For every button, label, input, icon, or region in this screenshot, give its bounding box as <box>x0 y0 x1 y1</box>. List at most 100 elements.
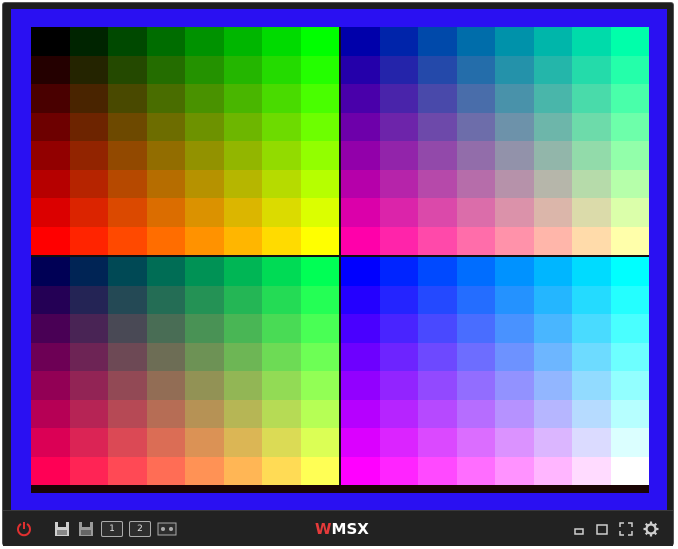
restore-window-button[interactable] <box>595 518 609 540</box>
fullscreen-icon <box>619 522 633 536</box>
palette-swatch <box>418 257 457 286</box>
palette-swatch <box>495 169 534 198</box>
palette-quadrant-top-right <box>341 27 649 255</box>
palette-swatch <box>533 27 572 56</box>
palette-swatch <box>300 371 339 400</box>
palette-swatch <box>379 27 418 56</box>
palette-swatch <box>69 314 108 343</box>
palette-swatch <box>610 257 649 286</box>
palette-swatch <box>146 55 185 84</box>
drive-2-button[interactable]: 2 <box>129 518 151 540</box>
palette-swatch <box>31 226 70 255</box>
palette-swatch <box>300 141 339 170</box>
palette-swatch <box>418 285 457 314</box>
palette-swatch <box>610 112 649 141</box>
palette-swatch <box>69 84 108 113</box>
palette-swatch <box>69 342 108 371</box>
palette-swatch <box>108 169 147 198</box>
palette-swatch <box>69 198 108 227</box>
palette-swatch <box>31 456 70 485</box>
minimize-icon <box>574 528 584 535</box>
palette-swatch <box>418 226 457 255</box>
screen-bottom-strip <box>31 485 649 493</box>
color-palette-grid <box>31 27 649 485</box>
palette-swatch <box>456 112 495 141</box>
palette-swatch <box>262 257 301 286</box>
palette-swatch <box>223 226 262 255</box>
logo-prefix: W <box>315 520 332 538</box>
palette-swatch <box>108 27 147 56</box>
palette-swatch <box>69 399 108 428</box>
palette-swatch <box>572 55 611 84</box>
settings-button[interactable] <box>643 518 659 540</box>
palette-swatch <box>341 342 380 371</box>
drive-1-button[interactable]: 1 <box>101 518 123 540</box>
palette-swatch <box>610 27 649 56</box>
palette-swatch <box>262 399 301 428</box>
palette-swatch <box>185 257 224 286</box>
palette-swatch <box>108 428 147 457</box>
palette-swatch <box>223 169 262 198</box>
palette-swatch <box>146 285 185 314</box>
palette-swatch <box>379 84 418 113</box>
palette-swatch <box>262 169 301 198</box>
palette-swatch <box>300 428 339 457</box>
palette-swatch <box>533 169 572 198</box>
power-button[interactable] <box>13 518 35 540</box>
palette-swatch <box>533 257 572 286</box>
palette-swatch <box>572 198 611 227</box>
msx-emulator-window: 1 2 WMSX <box>2 2 674 546</box>
palette-swatch <box>146 314 185 343</box>
palette-swatch <box>108 226 147 255</box>
cassette-button[interactable] <box>157 518 177 540</box>
palette-swatch <box>185 84 224 113</box>
palette-swatch <box>533 112 572 141</box>
palette-swatch <box>495 226 534 255</box>
palette-swatch <box>495 84 534 113</box>
palette-swatch <box>223 257 262 286</box>
palette-swatch <box>456 27 495 56</box>
palette-swatch <box>31 169 70 198</box>
palette-quadrant-bottom-right <box>341 257 649 485</box>
drive-1-icon: 1 <box>101 520 123 537</box>
palette-swatch <box>341 84 380 113</box>
palette-swatch <box>456 314 495 343</box>
palette-swatch <box>572 84 611 113</box>
palette-swatch <box>300 314 339 343</box>
palette-swatch <box>185 314 224 343</box>
palette-swatch <box>495 55 534 84</box>
fullscreen-button[interactable] <box>619 518 633 540</box>
palette-swatch <box>185 27 224 56</box>
palette-swatch <box>108 342 147 371</box>
palette-swatch <box>262 27 301 56</box>
palette-swatch <box>572 399 611 428</box>
palette-swatch <box>610 198 649 227</box>
floppy-load-button[interactable] <box>53 518 71 540</box>
palette-swatch <box>185 112 224 141</box>
palette-swatch <box>108 456 147 485</box>
palette-swatch <box>31 112 70 141</box>
palette-swatch <box>341 27 380 56</box>
floppy-save-button[interactable] <box>77 518 95 540</box>
logo-main: MSX <box>331 520 369 538</box>
palette-swatch <box>418 169 457 198</box>
palette-swatch <box>300 84 339 113</box>
palette-swatch <box>533 226 572 255</box>
palette-swatch <box>262 112 301 141</box>
palette-swatch <box>146 141 185 170</box>
palette-swatch <box>379 169 418 198</box>
palette-swatch <box>572 428 611 457</box>
palette-swatch <box>185 169 224 198</box>
palette-swatch <box>31 257 70 286</box>
palette-swatch <box>495 342 534 371</box>
palette-swatch <box>108 285 147 314</box>
palette-swatch <box>31 27 70 56</box>
palette-swatch <box>456 226 495 255</box>
minimize-button[interactable] <box>573 518 585 540</box>
palette-swatch <box>108 55 147 84</box>
window-tools <box>573 518 659 540</box>
palette-swatch <box>456 456 495 485</box>
palette-swatch <box>223 285 262 314</box>
palette-swatch <box>31 342 70 371</box>
palette-swatch <box>69 456 108 485</box>
